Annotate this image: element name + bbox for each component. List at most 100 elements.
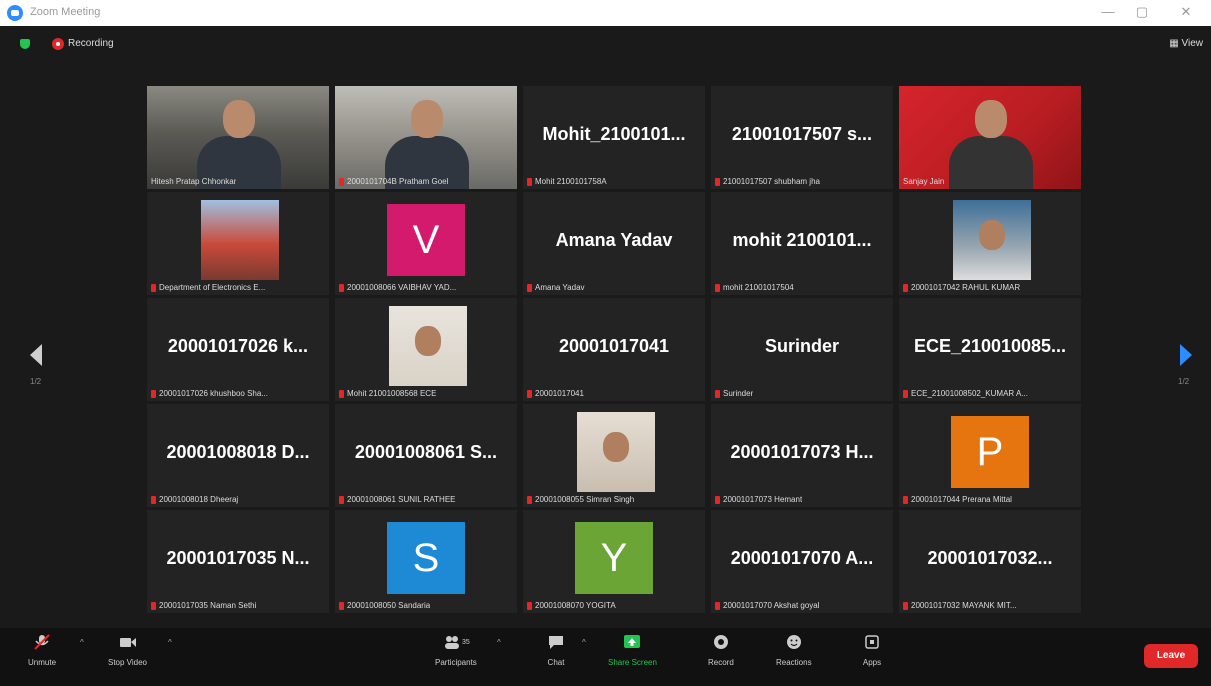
participant-display-name: 20001017070 A... bbox=[730, 548, 874, 568]
maximize-button[interactable]: ▢ bbox=[1132, 4, 1152, 20]
participant-name-label: 20001017044 Prerana Mittal bbox=[903, 495, 1012, 504]
participant-name-label: Mohit 21001008568 ECE bbox=[339, 389, 436, 398]
muted-mic-icon bbox=[151, 283, 156, 292]
muted-mic-icon bbox=[715, 601, 720, 610]
participant-name-label: 20001017035 Naman Sethi bbox=[151, 601, 256, 610]
participant-tile[interactable]: 20001008055 Simran Singh bbox=[523, 404, 705, 507]
chat-caret-icon[interactable]: ^ bbox=[582, 638, 586, 647]
muted-mic-icon bbox=[151, 389, 156, 398]
participant-name-label: 20001017042 RAHUL KUMAR bbox=[903, 283, 1020, 292]
participant-tile[interactable]: 20001008018 D... 20001008018 Dheeraj bbox=[147, 404, 329, 507]
meeting-toolbar: Unmute ^ Stop Video ^ 35 Participants ^ … bbox=[0, 628, 1211, 686]
apps-icon bbox=[865, 635, 879, 649]
participant-name-label: mohit 21001017504 bbox=[715, 283, 794, 292]
grid-icon: ▦ bbox=[1169, 38, 1182, 49]
participant-name-label: 2000101704B Pratham Goel bbox=[339, 177, 448, 186]
leave-button[interactable]: Leave bbox=[1144, 644, 1198, 668]
muted-mic-icon bbox=[903, 389, 908, 398]
participant-name-label: Surinder bbox=[715, 389, 753, 398]
participant-name-label: Mohit 2100101758A bbox=[527, 177, 607, 186]
recording-icon bbox=[52, 38, 64, 50]
participant-tile[interactable]: Surinder Surinder bbox=[711, 298, 893, 401]
participant-name-label: 20001017041 bbox=[527, 389, 584, 398]
close-button[interactable]: ✕ bbox=[1176, 4, 1196, 20]
participant-display-name: 20001008061 S... bbox=[354, 442, 498, 462]
participant-avatar: S bbox=[387, 522, 465, 594]
chat-bubble-icon bbox=[549, 636, 563, 649]
participant-tile[interactable]: ECE_210010085... ECE_21001008502_KUMAR A.… bbox=[899, 298, 1081, 401]
participants-count: 35 bbox=[462, 639, 470, 646]
video-options-caret-icon[interactable]: ^ bbox=[168, 638, 172, 647]
record-button[interactable]: Record bbox=[708, 634, 734, 667]
participant-tile[interactable]: P 20001017044 Prerana Mittal bbox=[899, 404, 1081, 507]
participant-display-name: ECE_210010085... bbox=[913, 336, 1067, 356]
participant-display-name: 20001017073 H... bbox=[730, 442, 874, 462]
participant-tile[interactable]: 20001017073 H... 20001017073 Hemant bbox=[711, 404, 893, 507]
participant-name-label: 20001017032 MAYANK MIT... bbox=[903, 601, 1017, 610]
muted-mic-icon bbox=[527, 177, 532, 186]
chat-button[interactable]: Chat bbox=[546, 634, 566, 667]
reactions-button[interactable]: Reactions bbox=[776, 634, 812, 667]
participant-tile[interactable]: 20001017032... 20001017032 MAYANK MIT... bbox=[899, 510, 1081, 613]
muted-mic-icon bbox=[339, 495, 344, 504]
participant-tile[interactable]: 20001008061 S... 20001008061 SUNIL RATHEE bbox=[335, 404, 517, 507]
unmute-button[interactable]: Unmute bbox=[28, 634, 56, 667]
participant-tile[interactable]: mohit 2100101... mohit 21001017504 bbox=[711, 192, 893, 295]
participant-name-label: 20001017073 Hemant bbox=[715, 495, 802, 504]
previous-page-arrow-icon[interactable] bbox=[30, 344, 42, 366]
participant-tile[interactable]: 2000101704B Pratham Goel bbox=[335, 86, 517, 189]
participant-video bbox=[201, 200, 279, 280]
muted-mic-icon bbox=[527, 495, 532, 504]
participants-caret-icon[interactable]: ^ bbox=[497, 638, 501, 647]
participant-tile[interactable]: Hitesh Pratap Chhonkar bbox=[147, 86, 329, 189]
security-shield-icon[interactable] bbox=[20, 39, 30, 49]
participant-tile[interactable]: Department of Electronics E... bbox=[147, 192, 329, 295]
participant-tile[interactable]: Y 20001008070 YOGITA bbox=[523, 510, 705, 613]
participant-tile[interactable]: 20001017070 A... 20001017070 Akshat goyal bbox=[711, 510, 893, 613]
muted-mic-icon bbox=[903, 495, 908, 504]
participant-display-name: 20001017026 k... bbox=[167, 336, 309, 356]
participant-tile[interactable]: S 20001008050 Sandaria bbox=[335, 510, 517, 613]
participant-tile[interactable]: 20001017041 20001017041 bbox=[523, 298, 705, 401]
minimize-button[interactable]: — bbox=[1098, 4, 1118, 19]
participant-tile[interactable]: 20001017042 RAHUL KUMAR bbox=[899, 192, 1081, 295]
muted-mic-icon bbox=[339, 389, 344, 398]
participant-display-name: 20001008018 D... bbox=[166, 442, 310, 462]
participant-tile[interactable]: Sanjay Jain bbox=[899, 86, 1081, 189]
recording-label[interactable]: Recording bbox=[68, 38, 114, 49]
share-screen-icon bbox=[624, 635, 641, 648]
view-button[interactable]: ▦ View bbox=[1169, 38, 1203, 49]
participant-display-name: 20001017041 bbox=[558, 336, 670, 356]
page-indicator-right: 1/2 bbox=[1178, 377, 1190, 386]
participant-tile[interactable]: 20001017026 k... 20001017026 khushboo Sha… bbox=[147, 298, 329, 401]
next-page-arrow-icon[interactable] bbox=[1180, 344, 1192, 366]
participants-button[interactable]: 35 Participants bbox=[435, 634, 477, 667]
participant-video bbox=[147, 86, 329, 189]
participant-name-label: Amana Yadav bbox=[527, 283, 585, 292]
participant-avatar: V bbox=[387, 204, 465, 276]
apps-button[interactable]: Apps bbox=[862, 634, 882, 667]
participant-tile[interactable]: 20001017035 N... 20001017035 Naman Sethi bbox=[147, 510, 329, 613]
participant-tile[interactable]: V 20001008066 VAIBHAV YAD... bbox=[335, 192, 517, 295]
participant-name-label: 21001017507 shubham jha bbox=[715, 177, 820, 186]
participant-name-label: 20001017026 khushboo Sha... bbox=[151, 389, 268, 398]
participant-tile[interactable]: 21001017507 s... 21001017507 shubham jha bbox=[711, 86, 893, 189]
share-screen-button[interactable]: Share Screen bbox=[608, 634, 657, 667]
smiley-face-icon bbox=[786, 635, 801, 649]
zoom-app-icon bbox=[7, 5, 23, 21]
participant-tile[interactable]: Mohit_2100101... Mohit 2100101758A bbox=[523, 86, 705, 189]
stop-video-button[interactable]: Stop Video bbox=[108, 634, 147, 667]
participant-video bbox=[899, 86, 1081, 189]
participant-display-name: Amana Yadav bbox=[555, 230, 673, 250]
muted-mic-icon bbox=[527, 601, 532, 610]
participant-tile[interactable]: Amana Yadav Amana Yadav bbox=[523, 192, 705, 295]
window-title: Zoom Meeting bbox=[30, 6, 101, 18]
participant-video bbox=[953, 200, 1031, 280]
muted-mic-icon bbox=[339, 283, 344, 292]
muted-mic-icon bbox=[903, 601, 908, 610]
participants-icon: 35 bbox=[444, 636, 470, 649]
participant-name-label: Hitesh Pratap Chhonkar bbox=[151, 177, 237, 186]
audio-options-caret-icon[interactable]: ^ bbox=[80, 638, 84, 647]
muted-microphone-icon bbox=[34, 634, 50, 650]
participant-tile[interactable]: Mohit 21001008568 ECE bbox=[335, 298, 517, 401]
